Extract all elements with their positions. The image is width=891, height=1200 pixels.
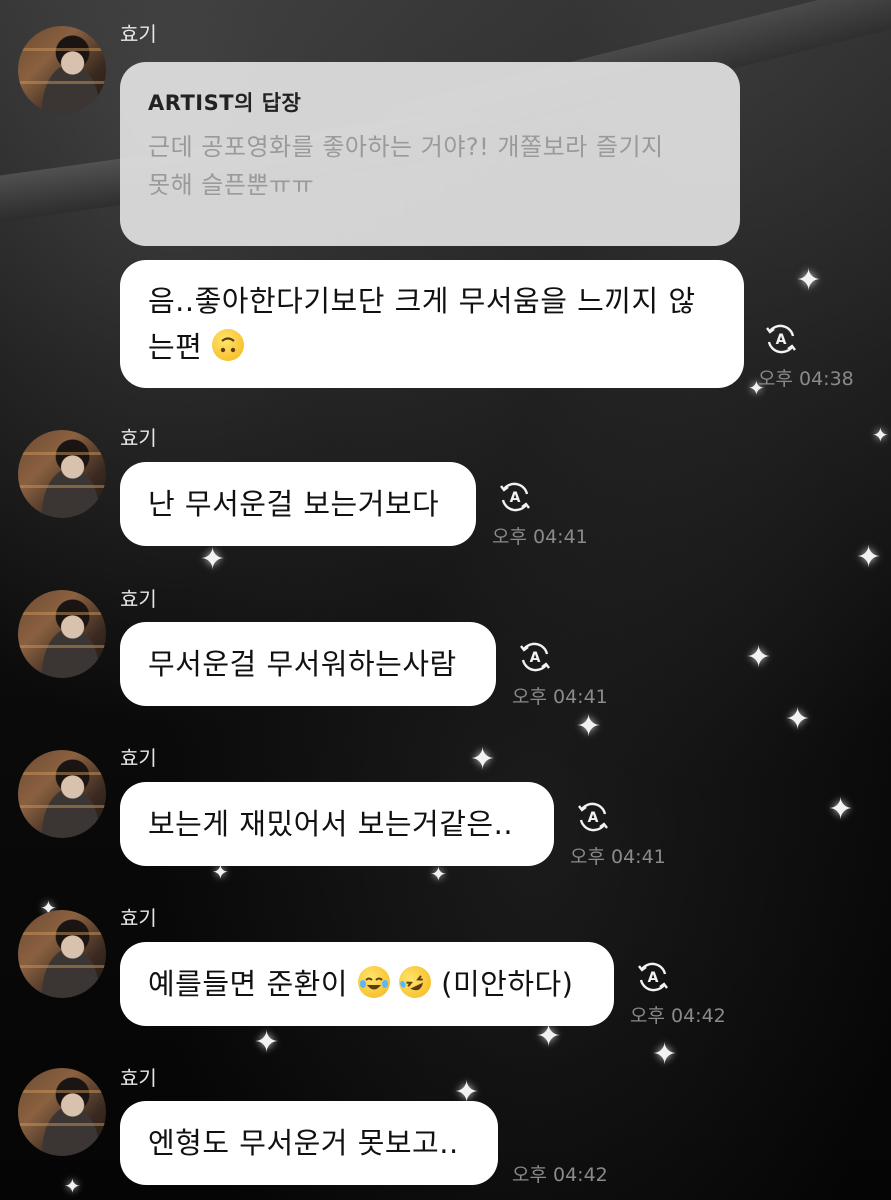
auto-translate-icon[interactable]: A (518, 640, 552, 674)
sender-avatar[interactable] (18, 910, 106, 998)
svg-text:A: A (588, 810, 599, 826)
sender-name: 효기 (120, 906, 157, 930)
sender-avatar[interactable] (18, 430, 106, 518)
message-text: (미안하다) (441, 967, 574, 1001)
sender-name: 효기 (120, 746, 157, 770)
auto-translate-icon[interactable]: A (764, 322, 798, 356)
auto-translate-icon[interactable]: A (498, 480, 532, 514)
svg-text:A: A (776, 332, 787, 348)
svg-text:A: A (510, 490, 521, 506)
auto-translate-icon[interactable]: A (576, 800, 610, 834)
message-timestamp: 오후 04:41 (570, 846, 666, 868)
sender-avatar[interactable] (18, 26, 106, 114)
star-sparkle: ✦ (872, 423, 889, 447)
message-bubble[interactable]: 예를들면 준환이 (미안하다) (120, 942, 614, 1026)
message-text: 보는게 재밌어서 보는거같은.. (148, 807, 514, 841)
sender-name: 효기 (120, 587, 157, 611)
star-sparkle: ✦ (746, 640, 772, 675)
star-sparkle: ✦ (430, 862, 447, 886)
message-text: 엔형도 무서운거 못보고.. (148, 1126, 459, 1160)
reply-text-line: 근데 공포영화를 좋아하는 거야?! 개쫄보라 즐기지 (148, 133, 664, 161)
message-timestamp: 오후 04:38 (758, 368, 854, 390)
reply-title: ARTIST의 답장 (148, 91, 302, 115)
message-timestamp: 오후 04:41 (512, 686, 608, 708)
svg-text:A: A (530, 650, 541, 666)
message-text-part: 는편 (148, 330, 203, 364)
face-with-tears-of-joy-emoji-icon (357, 966, 390, 998)
star-sparkle: ✦ (64, 1174, 81, 1198)
message-bubble[interactable]: 음..좋아한다기보단 크게 무서움을 느끼지 않 는편 (120, 260, 744, 388)
star-sparkle: ✦ (254, 1025, 280, 1060)
rolling-on-the-floor-laughing-emoji-icon (394, 960, 437, 1004)
message-text: 음..좋아한다기보단 크게 무서움을 느끼지 않 (148, 284, 696, 318)
sender-avatar[interactable] (18, 750, 106, 838)
reply-quote-bubble[interactable]: ARTIST의 답장 근데 공포영화를 좋아하는 거야?! 개쫄보라 즐기지 못… (120, 62, 740, 246)
sender-avatar[interactable] (18, 1068, 106, 1156)
message-text: 예를들면 준환이 (148, 967, 348, 1001)
message-text: 무서운걸 무서워하는사람 (148, 647, 457, 681)
reply-text-line: 못해 슬픈뿐ㅠㅠ (148, 171, 315, 199)
star-sparkle: ✦ (828, 792, 854, 827)
sender-name: 효기 (120, 1066, 157, 1090)
message-timestamp: 오후 04:41 (492, 526, 588, 548)
message-bubble[interactable]: 무서운걸 무서워하는사람 (120, 622, 496, 706)
star-sparkle: ✦ (200, 542, 226, 577)
sender-name: 효기 (120, 22, 157, 46)
message-bubble[interactable]: 엔형도 무서운거 못보고.. (120, 1101, 498, 1185)
sender-avatar[interactable] (18, 590, 106, 678)
message-text: 는편 (148, 324, 716, 370)
star-sparkle: ✦ (785, 702, 811, 737)
star-sparkle: ✦ (796, 263, 822, 298)
upside-down-face-emoji-icon (212, 329, 245, 361)
message-bubble[interactable]: 난 무서운걸 보는거보다 (120, 462, 476, 546)
reply-text: 근데 공포영화를 좋아하는 거야?! 개쫄보라 즐기지 못해 슬픈뿐ㅠㅠ (148, 128, 712, 204)
svg-text:A: A (648, 970, 659, 986)
message-timestamp: 오후 04:42 (512, 1164, 608, 1186)
star-sparkle: ✦ (536, 1019, 562, 1054)
message-text: 난 무서운걸 보는거보다 (148, 487, 440, 521)
message-timestamp: 오후 04:42 (630, 1005, 726, 1027)
sender-name: 효기 (120, 426, 157, 450)
star-sparkle: ✦ (856, 540, 882, 575)
star-sparkle: ✦ (576, 709, 602, 744)
star-sparkle: ✦ (470, 742, 496, 777)
star-sparkle: ✦ (652, 1037, 678, 1072)
message-bubble[interactable]: 보는게 재밌어서 보는거같은.. (120, 782, 554, 866)
auto-translate-icon[interactable]: A (636, 960, 670, 994)
